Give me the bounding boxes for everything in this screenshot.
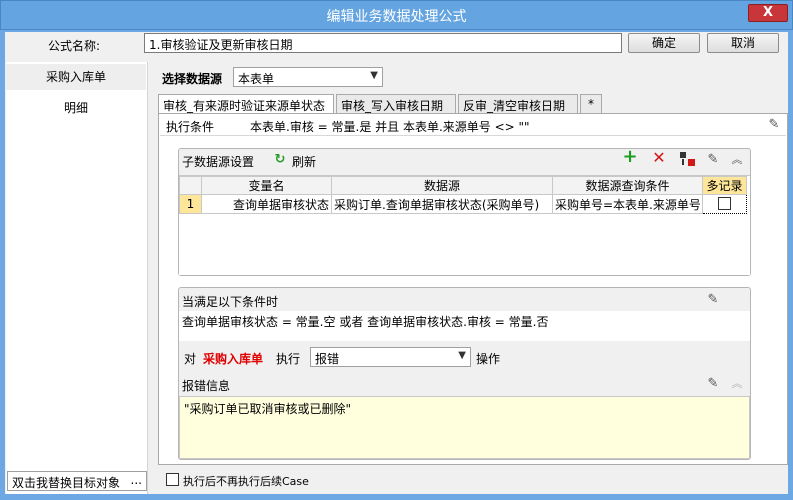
datasource-value: 本表单 [238,72,275,86]
refresh-button[interactable]: 刷新 [292,153,316,170]
multi-record-checkbox[interactable] [718,197,731,210]
tab-verify-source-status[interactable]: 审核_有来源时验证来源单状态 [158,94,334,115]
refresh-icon[interactable]: ↻ [273,152,287,168]
replace-target-field[interactable]: 双击我替换目标对象 ... [7,471,147,491]
table-header-row: 变量名 数据源 数据源查询条件 多记录 [179,176,747,195]
error-label: 报错信息 [182,379,231,393]
action-value: 报错 [315,352,340,366]
column-header-variable[interactable]: 变量名 [201,176,332,195]
table-row[interactable]: 1 查询单据审核状态 采购订单.查询单据审核状态(采购单号) 采购单号=本表单.… [179,194,747,214]
edit-subsource-icon[interactable]: ✎ [705,152,721,168]
tab-clear-audit-date[interactable]: 反审_清空审核日期 [458,94,578,114]
action-select[interactable]: 报错 ▼ [310,347,471,367]
object-tree-panel [6,62,148,494]
ok-button[interactable]: 确定 [628,33,700,53]
chevron-down-icon: ▼ [458,350,466,361]
replace-more-button[interactable]: ... [131,473,142,487]
datasource-label: 选择数据源 [162,72,223,86]
condition-label: 执行条件 [166,120,215,134]
cell-multi[interactable] [702,194,747,214]
chevron-down-icon: ▼ [370,70,378,81]
sidebar-item-detail[interactable]: 明细 [6,96,146,120]
replace-target-text: 双击我替换目标对象 [12,476,121,490]
stop-after-label: 执行后不再执行后续Case [183,475,309,488]
condition-expression[interactable]: 本表单.审核 = 常量.是 并且 本表单.来源单号 <> "" [250,118,758,135]
row-index-header [179,176,202,195]
stop-after-checkbox[interactable] [166,473,179,486]
row-index: 1 [179,194,202,214]
exec-label: 执行 [276,352,301,366]
window-title: 编辑业务数据处理公式 [326,9,467,25]
sidebar-item-purchase-receipt[interactable]: 采购入库单 [6,64,146,90]
collapse-icon[interactable]: ︽ [729,152,745,168]
when-expression[interactable]: 查询单据审核状态 = 常量.空 或者 查询单据审核状态.审核 = 常量.否 [179,311,750,341]
close-button[interactable]: X [748,4,788,22]
divider [160,135,786,136]
edit-when-icon[interactable]: ✎ [705,292,721,308]
add-icon[interactable]: + [622,148,638,166]
formula-name-input[interactable]: 1.审核验证及更新审核日期 [144,33,622,53]
when-title: 当满足以下条件时 [182,295,279,309]
error-message-field[interactable]: "采购订单已取消审核或已删除" [179,396,750,459]
column-header-multi[interactable]: 多记录 [702,176,747,195]
for-label: 对 [184,352,197,366]
edit-error-icon[interactable]: ✎ [705,376,721,392]
cell-query[interactable]: 采购单号=本表单.来源单号 [552,194,703,214]
cell-variable[interactable]: 查询单据审核状态 [201,194,332,214]
column-header-query[interactable]: 数据源查询条件 [552,176,703,195]
column-header-source[interactable]: 数据源 [331,176,553,195]
formula-name-label: 公式名称: [48,39,101,53]
edit-condition-icon[interactable]: ✎ [766,117,782,133]
tab-add[interactable]: * [580,94,602,114]
target-object[interactable]: 采购入库单 [203,350,263,367]
subsource-title: 子数据源设置 [182,155,255,169]
datasource-select[interactable]: 本表单 ▼ [233,67,383,87]
cancel-button[interactable]: 取消 [707,33,779,53]
op-label: 操作 [476,352,501,366]
delete-icon[interactable]: ✕ [651,150,667,166]
tab-write-audit-date[interactable]: 审核_写入审核日期 [336,94,456,114]
subsource-grid-area: 变量名 数据源 数据源查询条件 多记录 1 查询单据审核状态 采购订单.查询单据… [179,175,750,275]
collapse-icon[interactable]: ︽ [729,376,745,392]
subsource-table: 变量名 数据源 数据源查询条件 多记录 1 查询单据审核状态 采购订单.查询单据… [179,176,747,214]
cell-source[interactable]: 采购订单.查询单据审核状态(采购单号) [331,194,553,214]
export-icon[interactable] [680,152,696,166]
